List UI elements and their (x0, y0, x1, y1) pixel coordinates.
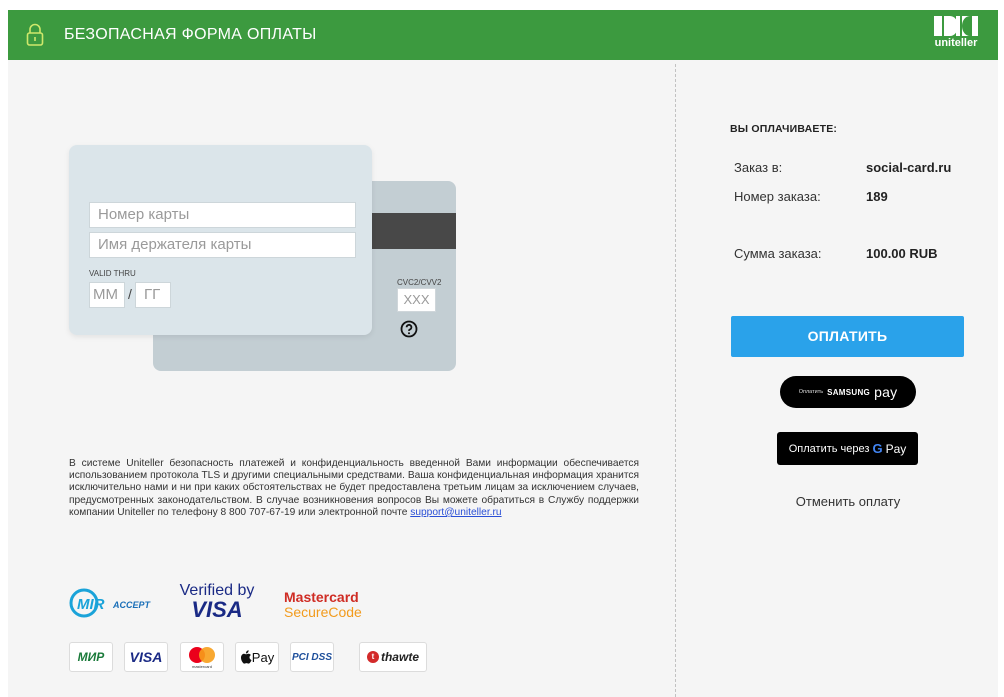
mir-accept-logo: MIR ACCEPT (69, 588, 152, 618)
visa-logo: VISA (124, 642, 168, 672)
order-amount-value: 100.00 RUB (866, 246, 938, 261)
header-bar: БЕЗОПАСНАЯ ФОРМА ОПЛАТЫ uniteller (8, 10, 998, 60)
pay-button[interactable]: ОПЛАТИТЬ (731, 316, 964, 357)
card-front: Номер карты Имя держателя карты VALID TH… (69, 145, 372, 335)
mastercard-caption: mastercard (192, 664, 212, 669)
thawte-mark-icon: t (366, 651, 379, 663)
expiry-month-input[interactable]: ММ (89, 282, 125, 308)
lock-icon (26, 23, 44, 46)
security-disclaimer: В системе Uniteller безопасность платеже… (69, 458, 639, 519)
samsung-pay-button[interactable]: Оплатить SAMSUNG pay (780, 376, 916, 408)
logo-text: uniteller (934, 37, 978, 49)
page-title: БЕЗОПАСНАЯ ФОРМА ОПЛАТЫ (64, 26, 317, 43)
uniteller-logo-icon (934, 16, 978, 36)
samsung-brand-text: SAMSUNG (827, 387, 871, 397)
order-shop-label: Заказ в: (734, 160, 783, 175)
panel-divider (675, 64, 676, 697)
order-shop-value: social-card.ru (866, 160, 952, 175)
mir-logo: МИР (69, 642, 113, 672)
question-circle-icon[interactable] (400, 320, 418, 338)
order-number-label: Номер заказа: (734, 189, 821, 204)
gpay-prefix-text: Оплатить через (788, 442, 870, 455)
verified-visa-text: VISA (191, 597, 243, 622)
mastercard-logo: mastercard (180, 642, 224, 672)
gpay-text: Pay (885, 441, 907, 456)
mastercard-text: Mastercard (284, 589, 359, 605)
card-holder-input[interactable]: Имя держателя карты (89, 232, 356, 258)
summary-heading: ВЫ ОПЛАЧИВАЕТЕ: (730, 123, 838, 135)
valid-thru-label: VALID THRU (89, 269, 136, 278)
uniteller-logo: uniteller (930, 16, 982, 56)
securecode-text: SecureCode (284, 604, 362, 620)
apple-icon (240, 650, 252, 664)
thawte-text: thawte (380, 650, 419, 664)
samsung-pay-small-text: Оплатить (798, 389, 824, 395)
google-pay-button[interactable]: Оплатить через G Pay (777, 432, 918, 465)
disclaimer-text: В системе Uniteller безопасность платеже… (69, 458, 639, 518)
verified-by-visa-logo: Verified by VISA (176, 582, 258, 626)
order-number-value: 189 (866, 189, 888, 204)
mir-accept-text-b: ACCEPT (112, 600, 152, 610)
mastercard-circles-icon: mastercard (189, 647, 215, 669)
expiry-separator: / (128, 286, 132, 302)
pci-dss-logo: PCI DSS (290, 642, 334, 672)
apple-pay-text: Pay (251, 649, 275, 665)
cvc-label: CVC2/CVV2 (397, 278, 442, 287)
cancel-payment-link[interactable]: Отменить оплату (781, 494, 915, 509)
mir-accept-text-a: MIR (77, 596, 105, 613)
apple-pay-logo: Pay (235, 642, 279, 672)
order-amount-label: Сумма заказа: (734, 246, 822, 261)
support-email-link[interactable]: support@uniteller.ru (410, 507, 501, 518)
payment-page: БЕЗОПАСНАЯ ФОРМА ОПЛАТЫ uniteller CVC2/C… (8, 10, 998, 697)
thawte-logo: t thawte (359, 642, 427, 672)
google-g-icon: G (872, 441, 883, 456)
expiry-year-input[interactable]: ГГ (135, 282, 171, 308)
card-number-input[interactable]: Номер карты (89, 202, 356, 228)
cvc-input[interactable]: XXX (397, 288, 436, 312)
samsung-pay-text: pay (874, 384, 898, 400)
mastercard-securecode-logo: Mastercard SecureCode (284, 590, 384, 624)
